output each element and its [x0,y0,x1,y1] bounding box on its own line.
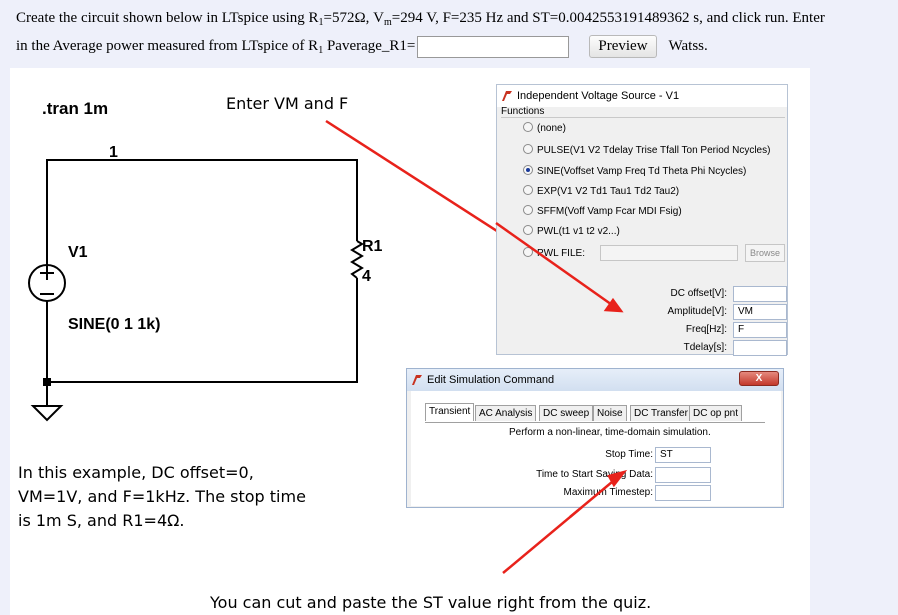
stop-time-input[interactable]: ST [655,447,711,463]
tran-directive: .tran 1m [42,99,109,118]
schematic-wires [46,159,358,406]
tdelay-input[interactable] [733,340,787,356]
question-subscript: m [383,17,392,28]
ground-symbol [30,405,64,422]
analysis-description: Perform a non-linear, time-domain simula… [509,427,711,438]
functions-group-label: Functions [501,106,545,117]
source-name: V1 [68,244,88,261]
max-timestep-input[interactable] [655,485,711,501]
voltage-source-dialog-title-text: Independent Voltage Source - V1 [517,90,680,102]
function-option-pwl[interactable]: PWL(t1 v1 t2 v2...) [523,225,620,239]
resistor-symbol [350,240,364,279]
function-option-pwl-file[interactable]: PWL FILE: [523,247,585,261]
dc-offset-label: DC offset[V]: [670,288,727,299]
radio-icon [523,225,533,235]
tab-dc-transfer[interactable]: DC Transfer [630,405,692,421]
voltage-source-dialog: Independent Voltage Source - V1 Function… [496,84,788,356]
start-saving-label: Time to Start Saving Data: [536,469,653,480]
browse-button[interactable]: Browse [745,244,785,262]
voltage-source-symbol [28,264,66,302]
radio-icon [523,185,533,195]
question-text: Paverage_R1= [323,38,416,54]
simulation-dialog-title: Edit Simulation Command X [407,369,783,391]
source-value: SINE(0 1 1k) [68,316,161,333]
dc-offset-input[interactable] [733,286,787,302]
max-timestep-label: Maximum Timestep: [563,487,653,498]
analysis-tabs: Transient AC Analysis DC sweep Noise DC … [425,403,765,422]
example-note-line-2: VM=1V, and F=1kHz. The stop time [18,487,306,506]
function-option-exp[interactable]: EXP(V1 V2 Td1 Tau1 Td2 Tau2) [523,185,679,199]
tab-dc-sweep[interactable]: DC sweep [539,405,594,421]
simulation-dialog-title-text: Edit Simulation Command [427,374,555,386]
resistor-name: R1 [362,238,383,255]
radio-icon [523,144,533,154]
freq-label: Freq[Hz]: [685,324,727,335]
unit-label: Watss. [668,38,708,54]
radio-icon [523,205,533,215]
answer-input[interactable] [417,35,570,58]
tdelay-label: Tdelay[s]: [683,342,727,353]
enter-vm-note: Enter VM and F [226,94,349,113]
paste-note: You can cut and paste the ST value right… [210,593,652,612]
preview-button[interactable]: Preview [589,35,657,59]
resistor-value: 4 [362,268,371,285]
group-divider [501,117,785,118]
ltspice-logo-icon [502,91,512,101]
voltage-source-dialog-title: Independent Voltage Source - V1 [497,85,787,107]
radio-selected-icon [523,165,533,175]
function-option-sine[interactable]: SINE(Voffset Vamp Freq Td Theta Phi Ncyc… [523,165,746,179]
question-text: in the Average power measured from LTspi… [16,38,319,54]
stop-time-label: Stop Time: [605,449,653,460]
pwl-file-input[interactable] [600,245,738,261]
tab-noise[interactable]: Noise [593,405,627,421]
start-saving-input[interactable] [655,467,711,483]
radio-icon [523,122,533,132]
question-text: =294 V, F=235 Hz and ST=0.00425531914893… [391,10,825,26]
amplitude-label: Amplitude[V]: [667,306,727,317]
function-option-pulse[interactable]: PULSE(V1 V2 Tdelay Trise Tfall Ton Perio… [523,144,770,158]
question-text: Create the circuit shown below in LTspic… [16,10,319,26]
tab-divider [425,422,765,423]
example-note-line-3: is 1m S, and R1=4Ω. [18,511,185,530]
freq-input[interactable]: F [733,322,787,338]
ground-node-dot [43,378,51,386]
amplitude-input[interactable]: VM [733,304,787,320]
radio-icon [523,247,533,257]
wire-top [46,159,358,265]
close-button[interactable]: X [739,371,779,386]
tab-dc-op-pnt[interactable]: DC op pnt [689,405,743,421]
example-note-line-1: In this example, DC offset=0, [18,463,254,482]
simulation-dialog-body: Transient AC Analysis DC sweep Noise DC … [411,391,781,506]
question-line-2: in the Average power measured from LTspi… [16,32,886,60]
node-label: 1 [109,144,118,161]
quiz-question: Create the circuit shown below in LTspic… [16,4,886,60]
question-line-1: Create the circuit shown below in LTspic… [16,4,886,32]
function-option-sffm[interactable]: SFFM(Voff Vamp Fcar MDI Fsig) [523,205,682,219]
close-icon: X [755,373,763,384]
simulation-command-dialog: Edit Simulation Command X Transient AC A… [406,368,784,508]
tab-transient[interactable]: Transient [425,403,475,421]
question-text: =572Ω, V [323,10,384,26]
tab-ac-analysis[interactable]: AC Analysis [475,405,537,421]
function-option-none[interactable]: (none) [523,122,566,136]
ltspice-logo-icon [412,375,422,385]
circuit-figure: .tran 1m 1 V1 SINE(0 1 1k) R1 4 Enter VM… [10,68,810,615]
